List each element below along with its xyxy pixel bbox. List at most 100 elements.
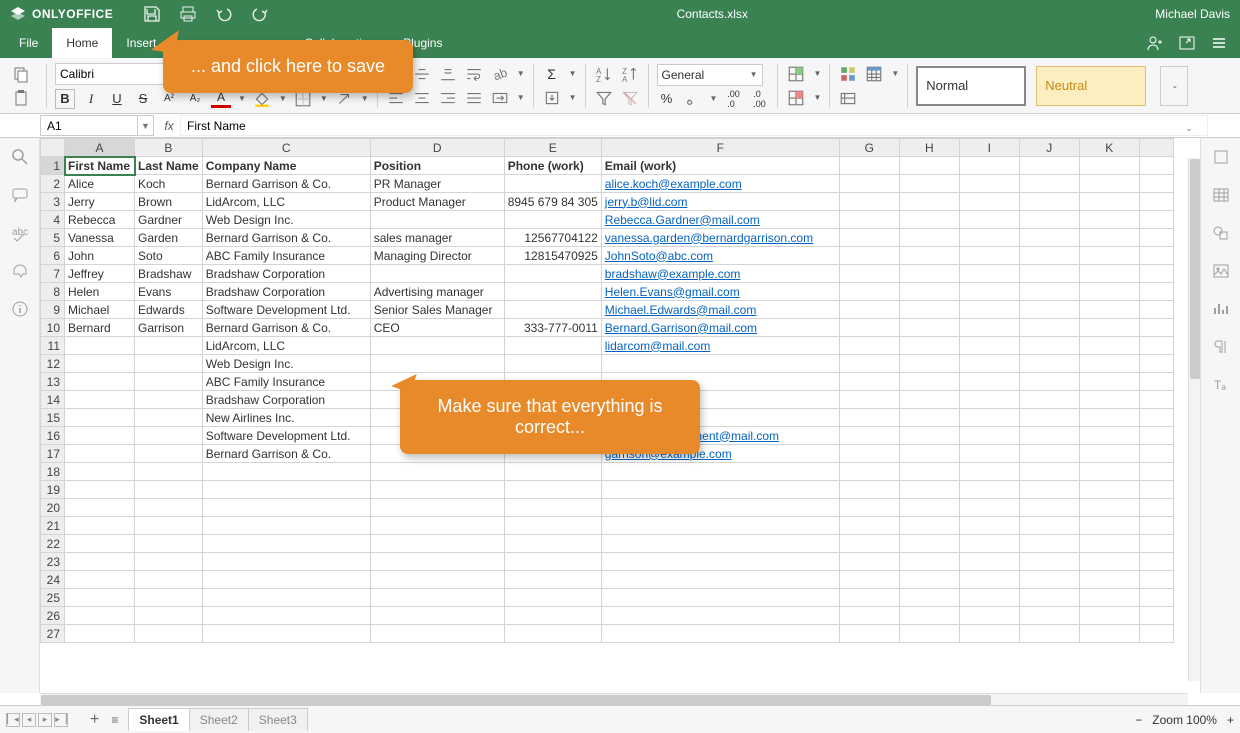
email-link[interactable]: JohnSoto@abc.com xyxy=(605,249,713,263)
cell[interactable] xyxy=(959,301,1019,319)
cell[interactable]: Michael.Edwards@mail.com xyxy=(601,301,839,319)
cell[interactable] xyxy=(959,265,1019,283)
cell[interactable] xyxy=(601,553,839,571)
cell[interactable] xyxy=(504,283,601,301)
col-header[interactable]: C xyxy=(202,139,370,157)
col-header[interactable]: J xyxy=(1019,139,1079,157)
cell[interactable] xyxy=(65,625,135,643)
cell[interactable] xyxy=(899,499,959,517)
cell[interactable] xyxy=(1019,409,1079,427)
menu-file[interactable]: File xyxy=(5,28,52,58)
cell[interactable] xyxy=(1139,553,1173,571)
row-header[interactable]: 6 xyxy=(41,247,65,265)
cell[interactable]: Garden xyxy=(135,229,203,247)
row-header[interactable]: 2 xyxy=(41,175,65,193)
cell[interactable] xyxy=(839,283,899,301)
col-header[interactable]: H xyxy=(899,139,959,157)
redo-icon[interactable] xyxy=(251,5,269,23)
cell[interactable] xyxy=(370,337,504,355)
cell[interactable] xyxy=(959,589,1019,607)
cell[interactable] xyxy=(1019,499,1079,517)
cell[interactable] xyxy=(839,265,899,283)
align-bottom-icon[interactable] xyxy=(438,65,458,83)
zoom-out-button[interactable]: − xyxy=(1135,713,1142,727)
cell[interactable] xyxy=(899,157,959,175)
fx-label[interactable]: fx xyxy=(158,114,180,137)
cell[interactable] xyxy=(1079,427,1139,445)
image-settings-icon[interactable] xyxy=(1212,262,1230,280)
sort-desc-icon[interactable]: ZA xyxy=(620,65,640,83)
cell[interactable]: LidArcom, LLC xyxy=(202,193,370,211)
align-middle-icon[interactable] xyxy=(412,65,432,83)
cell[interactable]: lidarcom@mail.com xyxy=(601,337,839,355)
cell[interactable] xyxy=(1079,607,1139,625)
cell[interactable]: 12567704122 xyxy=(504,229,601,247)
cell[interactable] xyxy=(202,481,370,499)
cell[interactable]: Brown xyxy=(135,193,203,211)
filter-icon[interactable] xyxy=(594,89,614,107)
row-header[interactable]: 7 xyxy=(41,265,65,283)
cell[interactable]: ABC Family Insurance xyxy=(202,373,370,391)
cell[interactable] xyxy=(959,463,1019,481)
format-table-icon[interactable] xyxy=(864,65,884,83)
cell[interactable] xyxy=(504,589,601,607)
cell[interactable] xyxy=(65,553,135,571)
cell[interactable] xyxy=(959,157,1019,175)
email-link[interactable]: bradshaw@example.com xyxy=(605,267,741,281)
cell[interactable] xyxy=(839,229,899,247)
cell[interactable] xyxy=(1079,337,1139,355)
cell[interactable]: vanessa.garden@bernardgarrison.com xyxy=(601,229,839,247)
search-icon[interactable] xyxy=(11,148,29,166)
number-format-select[interactable]: General ▼ xyxy=(657,64,763,86)
cell[interactable] xyxy=(1139,355,1173,373)
cell[interactable] xyxy=(370,499,504,517)
cell[interactable] xyxy=(135,391,203,409)
cell[interactable] xyxy=(504,463,601,481)
cell[interactable] xyxy=(65,463,135,481)
sheet-next-icon[interactable]: ▸ xyxy=(38,713,52,727)
cell[interactable] xyxy=(839,535,899,553)
wrap-text-icon[interactable] xyxy=(464,65,484,83)
cell[interactable] xyxy=(1139,499,1173,517)
cell[interactable] xyxy=(1139,265,1173,283)
increase-decimal-icon[interactable]: .0.00 xyxy=(749,90,769,108)
cell[interactable] xyxy=(839,157,899,175)
cell[interactable] xyxy=(1139,427,1173,445)
cell[interactable] xyxy=(899,481,959,499)
cell[interactable]: Bradshaw Corporation xyxy=(202,283,370,301)
chevron-down-icon[interactable]: ▼ xyxy=(891,69,899,78)
cell[interactable] xyxy=(504,337,601,355)
cell[interactable] xyxy=(65,355,135,373)
chevron-down-icon[interactable]: ▼ xyxy=(517,69,525,78)
cell[interactable] xyxy=(135,517,203,535)
cell[interactable] xyxy=(504,607,601,625)
cell[interactable] xyxy=(959,499,1019,517)
cell[interactable] xyxy=(1079,355,1139,373)
cell[interactable] xyxy=(370,571,504,589)
cell[interactable] xyxy=(1079,247,1139,265)
cell[interactable] xyxy=(65,571,135,589)
cell[interactable] xyxy=(839,247,899,265)
row-header[interactable]: 5 xyxy=(41,229,65,247)
zoom-in-button[interactable]: + xyxy=(1227,713,1234,727)
cell[interactable] xyxy=(1019,265,1079,283)
chevron-down-icon[interactable]: ▼ xyxy=(569,93,577,102)
underline-button[interactable]: U xyxy=(107,90,127,108)
cell[interactable] xyxy=(959,283,1019,301)
cell[interactable] xyxy=(1079,157,1139,175)
align-justify-icon[interactable] xyxy=(464,89,484,107)
vertical-scrollbar[interactable] xyxy=(1188,158,1200,681)
row-header[interactable]: 12 xyxy=(41,355,65,373)
chevron-down-icon[interactable]: ▼ xyxy=(517,93,525,102)
font-name-input[interactable] xyxy=(55,63,165,85)
horizontal-scrollbar[interactable] xyxy=(40,693,1188,705)
cell[interactable] xyxy=(959,247,1019,265)
cell[interactable] xyxy=(899,409,959,427)
cell[interactable] xyxy=(839,499,899,517)
cell[interactable] xyxy=(1079,319,1139,337)
cell[interactable]: Michael xyxy=(65,301,135,319)
cell[interactable] xyxy=(1079,553,1139,571)
row-header[interactable]: 23 xyxy=(41,553,65,571)
cell[interactable] xyxy=(202,571,370,589)
cell[interactable] xyxy=(202,553,370,571)
